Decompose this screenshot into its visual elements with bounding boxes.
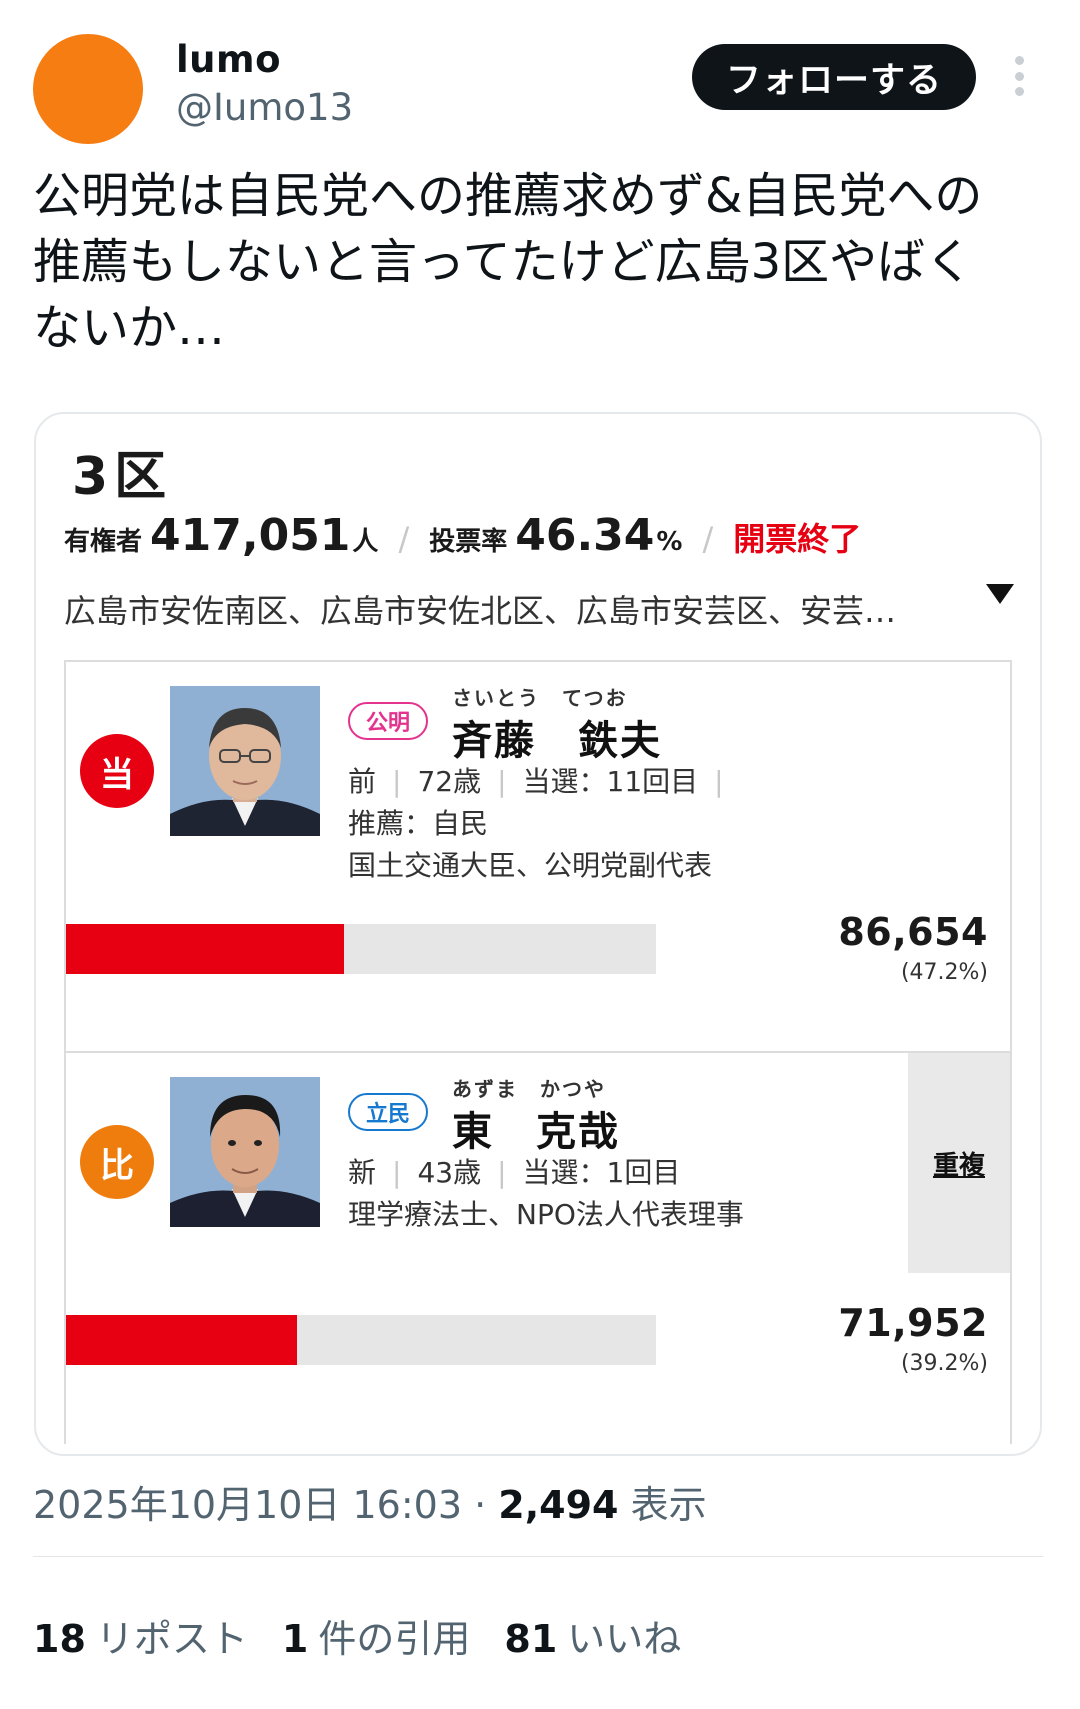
- expand-triangle-icon[interactable]: [986, 584, 1014, 604]
- vote-bar: [66, 924, 656, 974]
- post-date[interactable]: 2025年10月10日 16:03: [33, 1483, 462, 1527]
- candidate-photo: [170, 1077, 320, 1227]
- candidate-endorsement: 推薦：自民: [348, 807, 489, 840]
- display-name[interactable]: lumo: [176, 38, 281, 81]
- candidate-info-line: 新 | 43歳 | 当選：1回目: [348, 1156, 681, 1189]
- candidate-name: 東 克哉: [452, 1109, 620, 1155]
- candidate-terms: 当選：1回目: [522, 1156, 681, 1189]
- likes-link[interactable]: 81 いいね: [504, 1608, 681, 1663]
- electorate-unit: 人: [352, 527, 379, 557]
- tweet-text: 公明党は自民党への推薦求めず&自民党への 推薦もしないと言ってたけど広島3区やば…: [33, 168, 983, 356]
- candidate-photo: [170, 686, 320, 836]
- vote-bar-fill: [66, 924, 345, 974]
- candidate-row: 当 公明 さいとう てつお 斉藤 鉄夫 前 | 72歳 | 当選：11回目 | 推薦：自民…: [64, 660, 1012, 1053]
- district-areas: 広島市安佐南区、広島市安佐北区、広島市安芸区、安芸…: [64, 592, 897, 630]
- vote-percent: (47.2%): [900, 960, 988, 985]
- tweet-timestamp[interactable]: 2025年10月10日 16:03 · 2,494 表示: [33, 1474, 707, 1529]
- vote-count: 71,952: [838, 1301, 988, 1345]
- candidate-info-line: 前 | 72歳 | 当選：11回目 |: [348, 765, 724, 798]
- avatar[interactable]: [33, 34, 143, 144]
- party-badge: 立民: [348, 1093, 429, 1131]
- candidate-row: 比 立民 あずま かつや 東 克哉 新 | 43歳 | 当選：1回目 理学療法士、NPO…: [64, 1051, 1012, 1444]
- candidate-age: 72歳: [417, 765, 482, 798]
- district-stats: 有権者 417,051 人 / 投票率 46.34 % / 開票終了: [64, 510, 861, 561]
- district-title: 3区: [72, 447, 173, 507]
- turnout-label: 投票率: [429, 527, 508, 557]
- candidate-furigana: さいとう てつお: [452, 686, 628, 710]
- candidate-status: 前: [348, 765, 377, 798]
- candidate-title: 国土交通大臣、公明党副代表: [348, 849, 713, 882]
- vote-count: 86,654: [838, 910, 988, 954]
- vote-percent: (39.2%): [900, 1351, 988, 1376]
- vote-bar-fill: [66, 1315, 298, 1365]
- pr-mark: 比: [80, 1125, 154, 1199]
- follow-button[interactable]: フォローする: [692, 44, 976, 110]
- more-options-icon[interactable]: [1012, 56, 1026, 96]
- electorate-label: 有権者: [64, 527, 143, 557]
- turnout-value: 46.34: [515, 510, 655, 561]
- views-count: 2,494: [498, 1483, 619, 1527]
- reposts-link[interactable]: 18 リポスト: [33, 1608, 248, 1663]
- divider: /: [398, 520, 410, 558]
- candidate-age: 43歳: [417, 1156, 482, 1189]
- winner-mark: 当: [80, 734, 154, 808]
- candidate-name: 斉藤 鉄夫: [452, 718, 662, 764]
- views-label: 表示: [630, 1483, 707, 1527]
- user-handle[interactable]: @Iumo13: [176, 86, 353, 129]
- count-status: 開票終了: [733, 520, 862, 558]
- candidate-furigana: あずま かつや: [452, 1077, 606, 1101]
- quotes-link[interactable]: 1 件の引用: [282, 1608, 470, 1663]
- engagement-metrics: 18 リポスト 1 件の引用 81 いいね: [33, 1608, 715, 1663]
- duplicate-candidacy-link[interactable]: 重複: [908, 1053, 1010, 1273]
- divider: [33, 1556, 1043, 1557]
- vote-bar: [66, 1315, 656, 1365]
- divider: /: [702, 520, 714, 558]
- turnout-unit: %: [656, 527, 683, 557]
- party-badge: 公明: [348, 702, 429, 740]
- candidate-title: 理学療法士、NPO法人代表理事: [348, 1198, 744, 1231]
- electorate-value: 417,051: [150, 510, 351, 561]
- candidate-status: 新: [348, 1156, 377, 1189]
- candidate-terms: 当選：11回目: [522, 765, 699, 798]
- election-result-card[interactable]: 3区 有権者 417,051 人 / 投票率 46.34 % / 開票終了 広島…: [34, 412, 1042, 1456]
